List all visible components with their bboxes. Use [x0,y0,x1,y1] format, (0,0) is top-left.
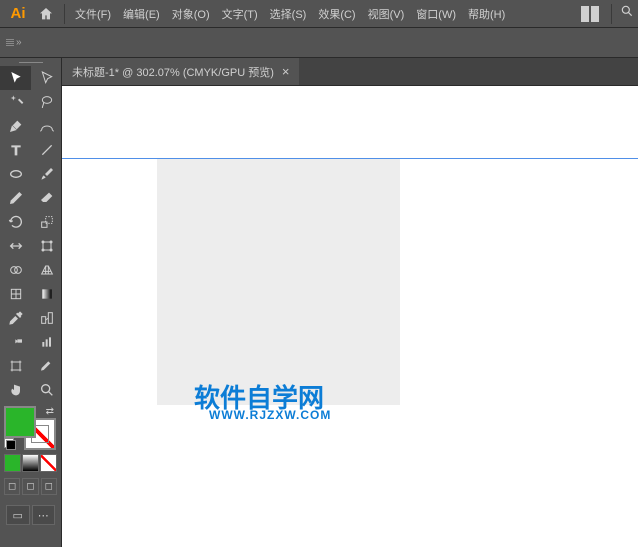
menu-file[interactable]: 文件(F) [69,6,117,22]
edit-toolbar-button[interactable]: ⋯ [32,505,56,525]
eraser-tool[interactable] [31,186,62,210]
menu-object[interactable]: 对象(O) [166,6,216,22]
selection-tool[interactable] [0,66,31,90]
draw-normal-button[interactable]: ◻ [4,478,20,495]
horizontal-guide[interactable] [62,158,638,159]
hand-tool[interactable] [0,378,31,402]
ellipse-tool[interactable] [0,162,31,186]
control-bar-grip[interactable] [6,39,14,46]
blend-tool[interactable] [31,306,62,330]
mesh-tool[interactable] [0,282,31,306]
swap-fill-stroke-icon[interactable]: ⇄ [46,406,54,417]
default-fill-stroke-icon[interactable] [4,438,16,450]
screen-mode-button[interactable]: ▭ [6,505,30,525]
rotate-tool[interactable] [0,210,31,234]
search-icon[interactable] [620,4,634,23]
width-tool[interactable] [0,234,31,258]
free-transform-tool[interactable] [31,234,62,258]
divider [64,4,65,24]
column-graph-tool[interactable] [31,330,62,354]
magic-wand-tool[interactable] [0,90,31,114]
watermark-url: WWW.RJZXW.COM [209,408,331,422]
curvature-tool[interactable] [31,114,62,138]
divider [611,4,612,24]
canvas-viewport[interactable]: 软件自学网 WWW.RJZXW.COM [62,86,638,547]
draw-behind-button[interactable]: ◻ [22,478,38,495]
line-segment-tool[interactable] [31,138,62,162]
gradient-tool[interactable] [31,282,62,306]
close-icon[interactable]: × [282,64,290,79]
paintbrush-tool[interactable] [31,162,62,186]
menu-view[interactable]: 视图(V) [362,6,411,22]
direct-selection-tool[interactable] [31,66,62,90]
tools-panel: ⇄ ◻ ◻ ◻ ▭ ⋯ [0,58,62,547]
home-icon[interactable] [32,0,60,28]
type-tool[interactable] [0,138,31,162]
menu-type[interactable]: 文字(T) [216,6,264,22]
pencil-tool[interactable] [0,186,31,210]
artboard-tool[interactable] [0,354,31,378]
zoom-tool[interactable] [31,378,62,402]
none-mode-button[interactable] [40,454,57,472]
menu-edit[interactable]: 编辑(E) [117,6,166,22]
color-mode-button[interactable] [4,454,21,472]
document-tab[interactable]: 未标题-1* @ 302.07% (CMYK/GPU 预览) × [62,58,299,85]
fill-color-swatch[interactable] [4,406,36,438]
arrange-documents-icon[interactable] [581,6,603,22]
slice-tool[interactable] [31,354,62,378]
chevron-double-right-icon[interactable]: » [16,37,22,48]
draw-inside-button[interactable]: ◻ [41,478,57,495]
menu-effect[interactable]: 效果(C) [312,6,361,22]
pen-tool[interactable] [0,114,31,138]
symbol-sprayer-tool[interactable] [0,330,31,354]
tab-title: 未标题-1* @ 302.07% (CMYK/GPU 预览) [72,64,274,80]
menu-window[interactable]: 窗口(W) [410,6,462,22]
eyedropper-tool[interactable] [0,306,31,330]
tools-grip[interactable] [0,58,61,66]
perspective-grid-tool[interactable] [31,258,62,282]
scale-tool[interactable] [31,210,62,234]
menu-help[interactable]: 帮助(H) [462,6,511,22]
menu-select[interactable]: 选择(S) [264,6,313,22]
shape-builder-tool[interactable] [0,258,31,282]
artboard [157,158,400,405]
app-logo: Ai [4,0,32,28]
gradient-mode-button[interactable] [22,454,39,472]
lasso-tool[interactable] [31,90,62,114]
